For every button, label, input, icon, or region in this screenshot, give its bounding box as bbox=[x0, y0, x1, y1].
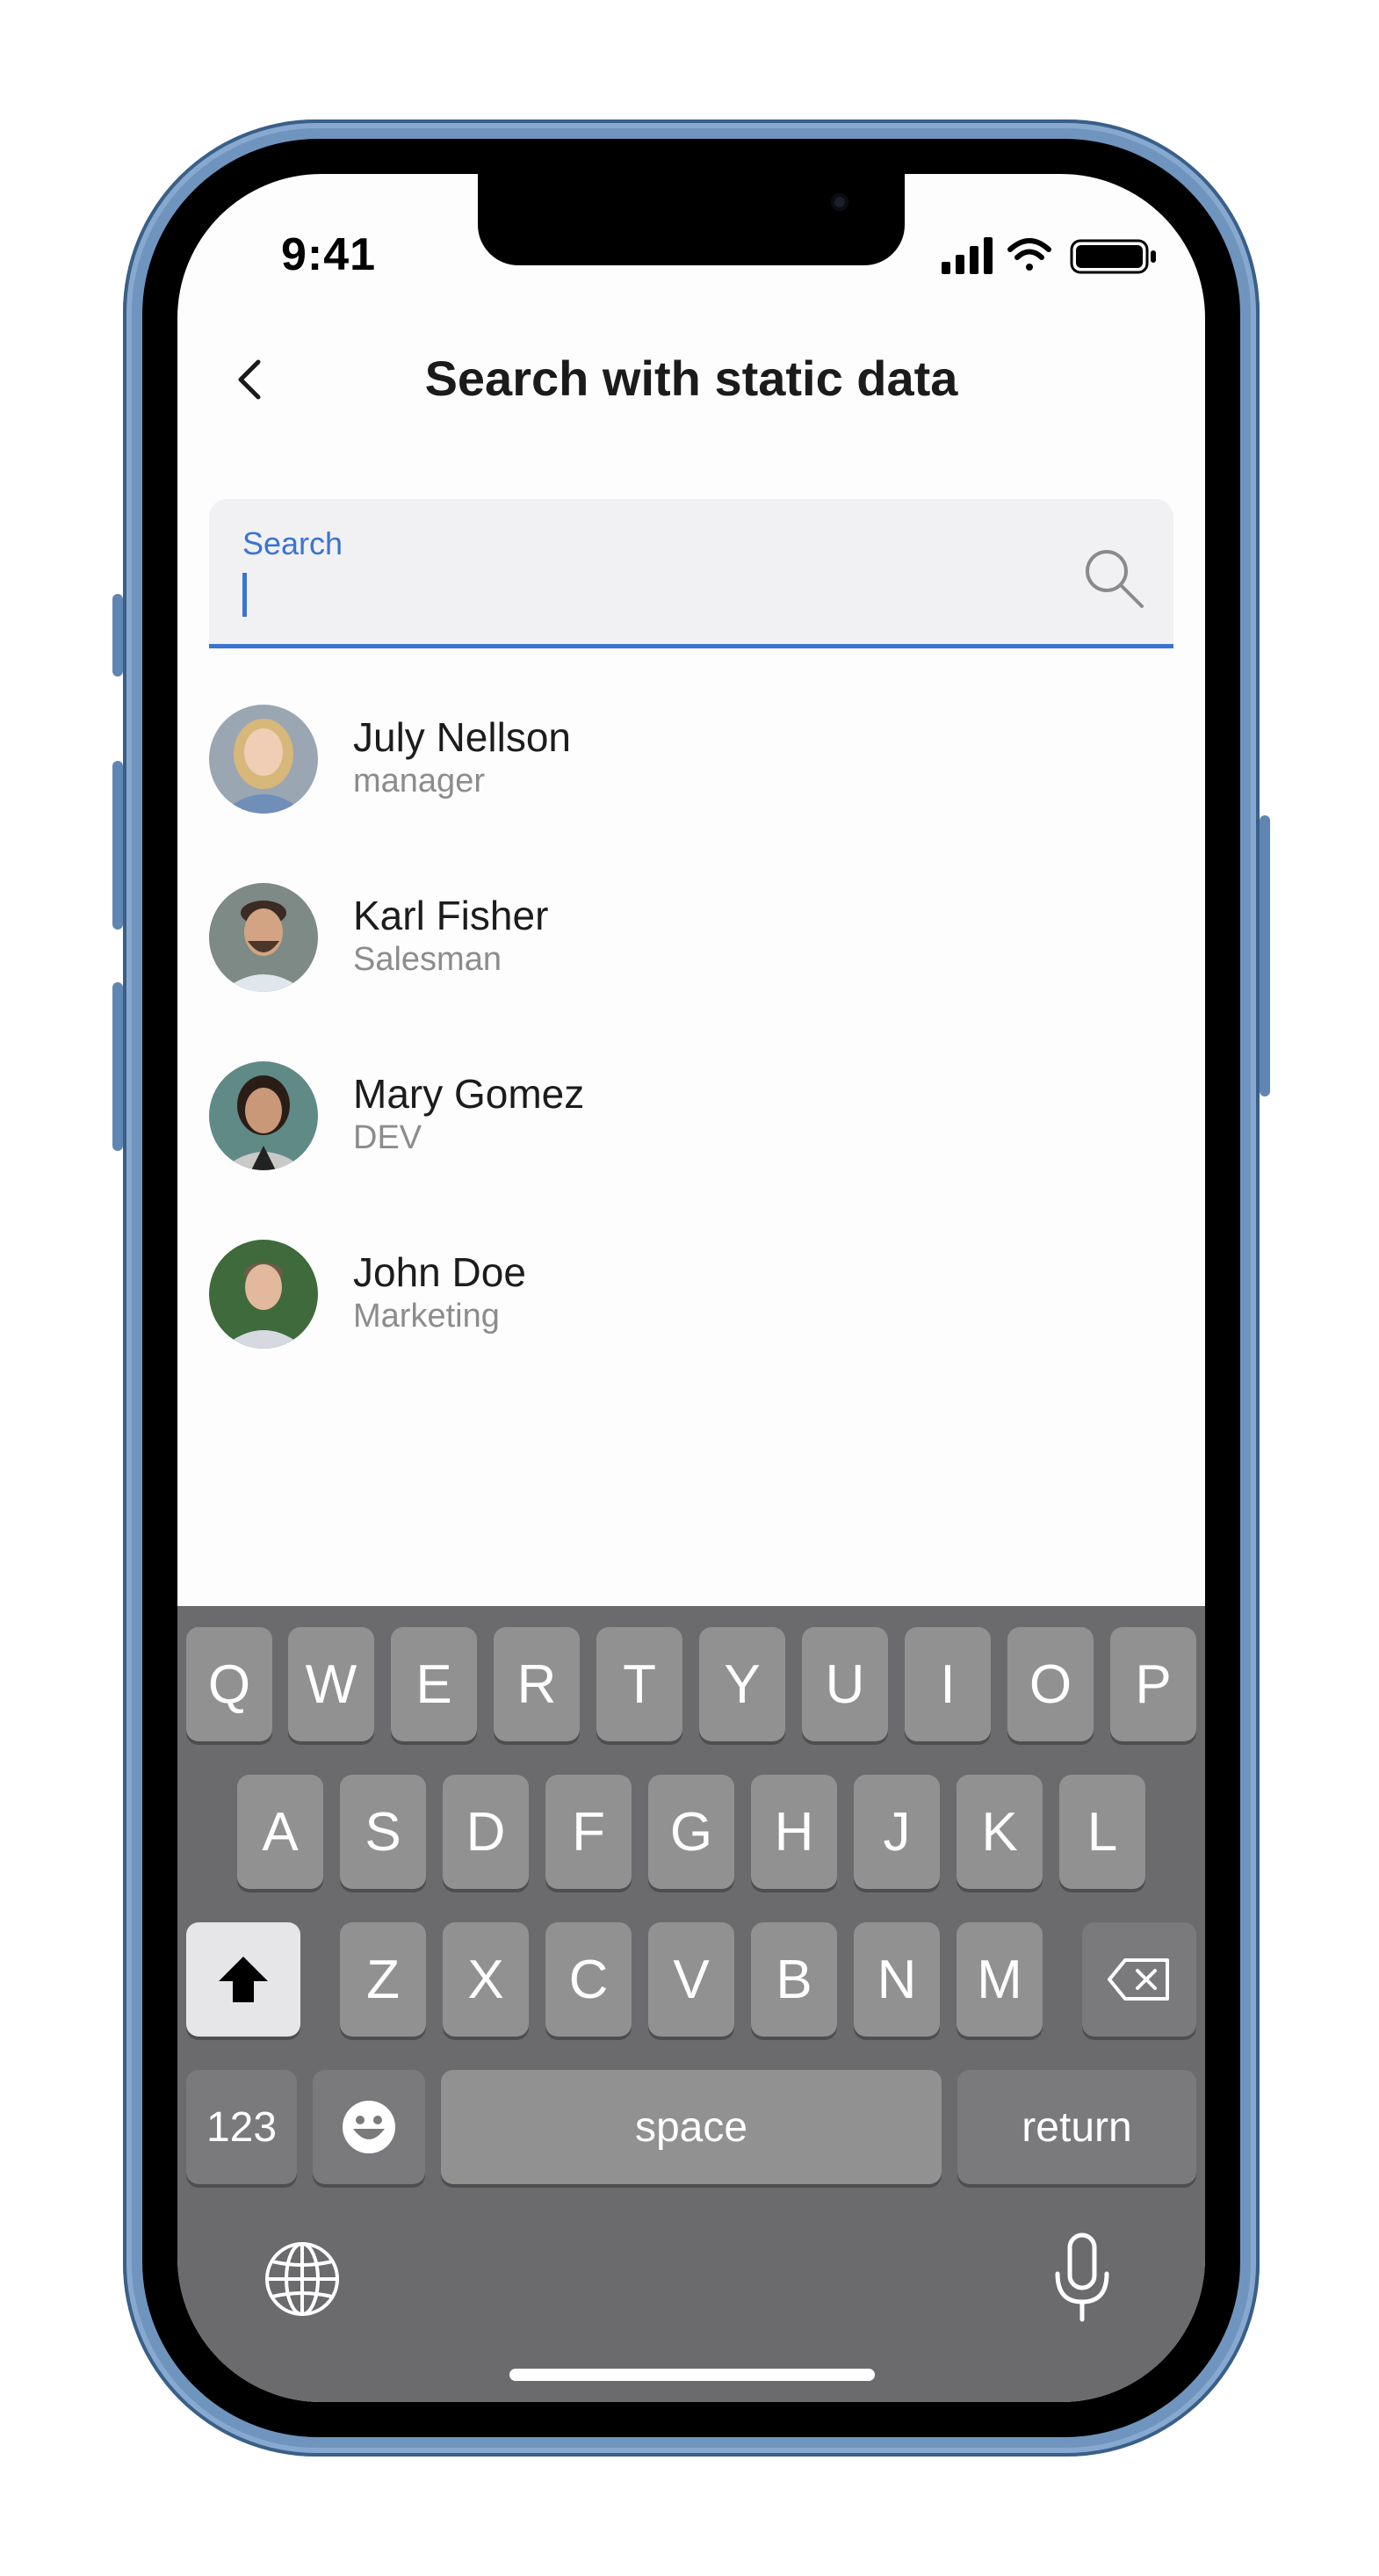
globe-icon[interactable] bbox=[262, 2239, 343, 2319]
list-item[interactable]: John Doe Marketing bbox=[209, 1240, 1173, 1418]
list-item[interactable]: Karl Fisher Salesman bbox=[209, 883, 1173, 1061]
home-indicator[interactable] bbox=[509, 2369, 875, 2381]
notch bbox=[478, 174, 905, 265]
avatar bbox=[209, 1240, 318, 1349]
numbers-key[interactable]: 123 bbox=[186, 2070, 297, 2184]
key-f[interactable]: F bbox=[545, 1775, 632, 1889]
action-button bbox=[112, 594, 123, 677]
key-a[interactable]: A bbox=[237, 1775, 323, 1889]
key-v[interactable]: V bbox=[648, 1922, 734, 2037]
contact-list: July Nellson manager Karl Fisher Salesma… bbox=[209, 705, 1173, 1418]
contact-name: John Doe bbox=[353, 1249, 526, 1295]
wifi-icon bbox=[1007, 238, 1051, 271]
key-q[interactable]: Q bbox=[186, 1627, 272, 1741]
search-icon[interactable] bbox=[1079, 543, 1149, 613]
avatar bbox=[209, 883, 318, 992]
key-k[interactable]: K bbox=[957, 1775, 1043, 1889]
battery-icon bbox=[1070, 239, 1156, 274]
power-button bbox=[1260, 815, 1270, 1096]
space-key[interactable]: space bbox=[441, 2070, 942, 2184]
search-field[interactable]: Search bbox=[209, 499, 1173, 648]
key-e[interactable]: E bbox=[391, 1627, 477, 1741]
emoji-key[interactable] bbox=[313, 2070, 425, 2184]
key-o[interactable]: O bbox=[1007, 1627, 1094, 1741]
contact-role: Marketing bbox=[353, 1298, 500, 1335]
key-h[interactable]: H bbox=[751, 1775, 837, 1889]
emoji-icon bbox=[343, 2101, 395, 2153]
screen: 9:41 Search with static data Search July… bbox=[177, 174, 1205, 2402]
key-g[interactable]: G bbox=[648, 1775, 734, 1889]
key-r[interactable]: R bbox=[494, 1627, 580, 1741]
key-l[interactable]: L bbox=[1059, 1775, 1145, 1889]
volume-down-button bbox=[112, 982, 123, 1151]
signal-icon bbox=[942, 237, 993, 274]
list-item[interactable]: Mary Gomez DEV bbox=[209, 1061, 1173, 1240]
key-i[interactable]: I bbox=[905, 1627, 991, 1741]
text-caret bbox=[242, 573, 247, 617]
key-s[interactable]: S bbox=[340, 1775, 426, 1889]
volume-up-button bbox=[112, 761, 123, 930]
shift-key[interactable] bbox=[186, 1922, 300, 2037]
keyboard: Q W E R T Y U I O P A S D F G H J K L Z … bbox=[177, 1606, 1205, 2402]
page-title: Search with static data bbox=[424, 351, 958, 406]
search-input[interactable] bbox=[253, 569, 1047, 624]
contact-name: Mary Gomez bbox=[353, 1071, 585, 1117]
key-c[interactable]: C bbox=[545, 1922, 632, 2037]
contact-name: Karl Fisher bbox=[353, 893, 549, 938]
key-d[interactable]: D bbox=[443, 1775, 529, 1889]
key-w[interactable]: W bbox=[288, 1627, 374, 1741]
return-key[interactable]: return bbox=[957, 2070, 1196, 2184]
key-t[interactable]: T bbox=[596, 1627, 682, 1741]
key-x[interactable]: X bbox=[443, 1922, 529, 2037]
front-camera bbox=[831, 193, 848, 211]
microphone-icon[interactable] bbox=[1047, 2230, 1117, 2326]
avatar bbox=[209, 1061, 318, 1170]
shift-icon bbox=[219, 1957, 268, 2002]
status-icons bbox=[942, 237, 1156, 274]
key-y[interactable]: Y bbox=[699, 1627, 785, 1741]
key-p[interactable]: P bbox=[1110, 1627, 1196, 1741]
key-n[interactable]: N bbox=[854, 1922, 940, 2037]
avatar bbox=[209, 705, 318, 814]
backspace-key[interactable] bbox=[1082, 1922, 1196, 2037]
list-item[interactable]: July Nellson manager bbox=[209, 705, 1173, 883]
status-time: 9:41 bbox=[281, 229, 377, 280]
search-label: Search bbox=[242, 525, 343, 561]
backspace-icon bbox=[1108, 1958, 1169, 2001]
key-b[interactable]: B bbox=[751, 1922, 837, 2037]
key-j[interactable]: J bbox=[854, 1775, 940, 1889]
contact-name: July Nellson bbox=[353, 714, 571, 760]
key-z[interactable]: Z bbox=[340, 1922, 426, 2037]
key-u[interactable]: U bbox=[802, 1627, 888, 1741]
key-m[interactable]: M bbox=[957, 1922, 1043, 2037]
contact-role: DEV bbox=[353, 1119, 422, 1156]
contact-role: manager bbox=[353, 763, 485, 800]
contact-role: Salesman bbox=[353, 941, 502, 978]
